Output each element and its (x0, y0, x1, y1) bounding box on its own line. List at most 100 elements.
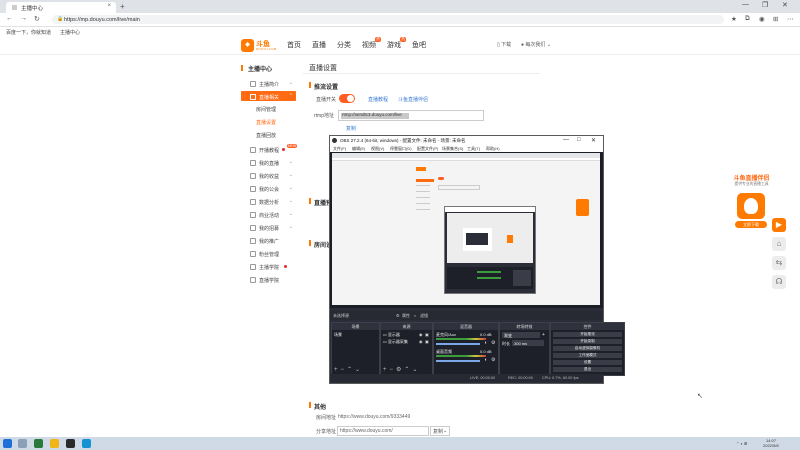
edge-icon[interactable] (82, 439, 91, 448)
eye-icon[interactable]: ◉ (419, 339, 423, 344)
address-bar[interactable]: 🔒 https://mp.douyu.com/live/main (52, 15, 724, 24)
gear-icon[interactable]: ⚙ (396, 313, 400, 318)
sidebar-item-mylive[interactable]: 我的直播 ⌄ (241, 157, 296, 167)
scene-item[interactable]: 场景 (334, 332, 342, 338)
studio-mode-button[interactable]: 工作室模式 (553, 353, 622, 358)
obs-transitions-panel[interactable]: 转场特效 渐变 + 时长 300 ms (499, 322, 550, 376)
minimize-button[interactable]: — (742, 1, 749, 8)
start-recording-button[interactable]: 开始录制 (553, 339, 622, 344)
home-icon[interactable]: ⌂ (772, 237, 786, 251)
room-url-value[interactable]: https://www.douyu.com/9333449 (338, 414, 410, 420)
eye-icon[interactable]: ◉ (419, 332, 423, 337)
lock-icon[interactable]: ▣ (425, 339, 429, 344)
sidebar-item-academy[interactable]: 主播学院 (241, 261, 296, 271)
gear-icon[interactable]: ⚙ (491, 340, 495, 346)
obs-sources-panel[interactable]: 来源 ▭ 显示器 ▭ 显示器采集 ◉ ▣ ◉ ▣ +−⚙⌃⌄ (380, 322, 433, 376)
nav-category[interactable]: 分类 (337, 40, 351, 50)
back-icon[interactable]: ← (6, 15, 13, 22)
tutorial-link[interactable]: 直播教程 (368, 96, 388, 103)
tray-icons[interactable]: ⌃ ◖ ⊞ (736, 441, 747, 446)
speaker-icon[interactable]: ◖ (484, 357, 487, 363)
reload-icon[interactable]: ↻ (34, 15, 40, 23)
filter-icon[interactable]: ◐ (414, 313, 416, 318)
forward-icon[interactable]: → (20, 15, 27, 22)
sidebar-item-promotion[interactable]: 我的推广 (241, 235, 296, 245)
source-controls[interactable]: +−⚙⌃⌄ (383, 366, 420, 373)
live-entry-icon[interactable]: ▶ (772, 218, 786, 232)
bookmark-baidu[interactable]: 百度一下，你就知道 (6, 29, 51, 36)
obs-minimize-button[interactable]: — (563, 137, 569, 143)
obs-scenes-panel[interactable]: 场景 场景 +−⌃⌄ (331, 322, 380, 376)
nav-yuba[interactable]: 鱼吧 (412, 40, 426, 50)
obs-window[interactable]: OBS 27.2.4 (64-bit, windows) - 配置文件: 未命名… (329, 135, 625, 384)
user-menu[interactable]: ● 每次我们 ⌄ (521, 41, 551, 48)
filters-button[interactable]: 滤镜 (420, 313, 428, 319)
headset-icon[interactable]: ☊ (772, 275, 786, 289)
settings-button[interactable]: 设置 (553, 360, 622, 365)
sidebar-item-guild[interactable]: 我的公会 ⌄ (241, 183, 296, 193)
properties-button[interactable]: 属性 (402, 313, 410, 319)
lock-icon[interactable]: ▣ (425, 332, 429, 337)
sidebar-item-live[interactable]: 直播相关 ⌃ (241, 91, 296, 101)
obs-controls-panel[interactable]: 控件 开始推流 开始录制 启动虚拟摄像机 工作室模式 设置 退出 (550, 322, 625, 376)
gear-icon[interactable]: ⚙ (491, 357, 495, 363)
collections-icon[interactable]: ⧉ (745, 15, 750, 23)
sidebar-item-business[interactable]: 商业活动 ⌄ (241, 209, 296, 219)
close-window-button[interactable]: ✕ (782, 1, 788, 9)
sidebar-item-income[interactable]: 我的收益 ⌄ (241, 170, 296, 180)
folder-icon[interactable] (50, 439, 59, 448)
more-icon[interactable]: ⋯ (787, 15, 794, 23)
sidebar-sub-replay[interactable]: 直播回放 (256, 132, 276, 139)
profile-icon[interactable]: ◉ (759, 15, 765, 23)
browser-tab[interactable]: 主播中心 × (6, 2, 116, 13)
new-tab-button[interactable]: + (120, 2, 125, 11)
tab-close-icon[interactable]: × (107, 3, 111, 9)
obs-mixer-panel[interactable]: 混音器 麦克风/Aux 0.0 dB ◖ ⚙ 桌面音频 0.0 dB ◖ ⚙ (433, 322, 499, 376)
start-icon[interactable] (3, 439, 12, 448)
nav-home[interactable]: 首页 (287, 40, 301, 50)
exit-button[interactable]: 退出 (553, 367, 622, 372)
share-icon[interactable]: ⇆ (772, 256, 786, 270)
duration-field[interactable]: 300 ms (512, 340, 544, 346)
promo-widget[interactable]: 斗鱼直播伴侣 提供专业的直播工具 立即下载 (724, 170, 779, 234)
live-switch-toggle[interactable] (339, 94, 355, 103)
transition-select[interactable]: 渐变 (502, 332, 540, 338)
download-link[interactable]: ▯ 下载 (497, 41, 511, 48)
sidebar-item-fans[interactable]: 粉丝管理 (241, 248, 296, 258)
tool-link[interactable]: 斗鱼直播伴侣 (398, 96, 428, 103)
obs-title-bar[interactable]: OBS 27.2.4 (64-bit, windows) - 配置文件: 未命名… (330, 136, 603, 145)
source-item[interactable]: ▭ 显示器采集 (383, 339, 408, 345)
search-icon[interactable] (18, 439, 27, 448)
add-icon[interactable]: + (542, 332, 545, 338)
volume-slider[interactable] (436, 343, 480, 345)
sidebar-sub-room[interactable]: 房间管理 (256, 106, 276, 113)
sidebar-item-tutorial[interactable]: 开播教程 NEW (241, 144, 298, 154)
obs-maximize-button[interactable]: □ (577, 137, 581, 143)
nav-game[interactable]: 游戏 (387, 40, 401, 50)
obs-close-button[interactable]: ✕ (591, 137, 596, 144)
extensions-icon[interactable]: ⊞ (773, 15, 778, 23)
start-streaming-button[interactable]: 开始推流 (553, 332, 622, 337)
favorite-star-icon[interactable]: ★ (731, 15, 737, 23)
copy-rtmp-link[interactable]: 复制 (346, 125, 356, 132)
sidebar-item-analytics[interactable]: 数据分析 ⌄ (241, 196, 296, 206)
share-url-field[interactable]: https://www.douyu.com/ (337, 426, 429, 436)
obs-taskbar-icon[interactable] (66, 439, 75, 448)
sidebar-item-live-academy[interactable]: 直播学院 (241, 274, 296, 284)
virtual-camera-button[interactable]: 启动虚拟摄像机 (553, 346, 622, 351)
sidebar-sub-settings[interactable]: 直播设置 (256, 119, 276, 126)
bookmark-anchor-center[interactable]: 主播中心 (60, 29, 80, 36)
source-item[interactable]: ▭ 显示器 (383, 332, 400, 338)
sidebar-item-profile[interactable]: 主播简介 ⌄ (241, 78, 296, 88)
maximize-button[interactable]: ❐ (762, 1, 768, 9)
nav-video[interactable]: 视频 (362, 40, 376, 50)
promo-download-button[interactable]: 立即下载 (735, 221, 767, 228)
app-icon[interactable] (34, 439, 43, 448)
speaker-icon[interactable]: ◖ (484, 340, 487, 346)
nav-live[interactable]: 直播 (312, 40, 326, 50)
scene-controls[interactable]: +−⌃⌄ (334, 366, 363, 373)
copy-share-button[interactable]: 复制 ⌄ (430, 426, 450, 436)
douyu-logo[interactable]: ◆ 斗鱼 DOUYU.COM (241, 39, 276, 52)
sidebar-item-recruit[interactable]: 我的招募 ⌄ (241, 222, 296, 232)
obs-preview[interactable] (330, 152, 603, 308)
